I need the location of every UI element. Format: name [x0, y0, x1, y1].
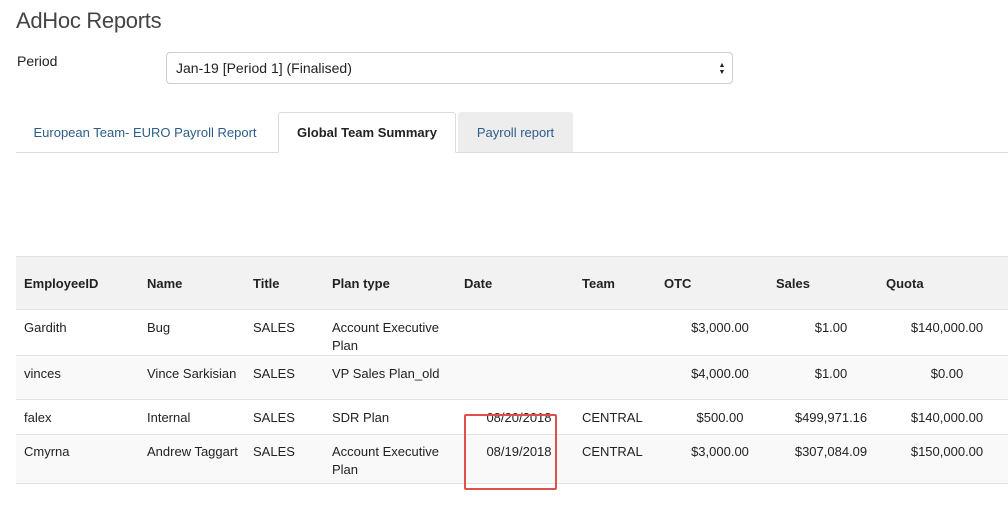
- report-table: EmployeeID Name Title Plan type Date Tea…: [16, 256, 1008, 484]
- caret-up-icon: ▲: [718, 62, 726, 69]
- cell-date: 08/19/2018: [464, 434, 574, 484]
- column-header-title[interactable]: Title: [245, 256, 324, 310]
- cell-quota: $150,000.00: [886, 434, 1008, 484]
- tab-european-team-euro-payroll[interactable]: European Team- EURO Payroll Report: [16, 112, 274, 152]
- cell-team: CENTRAL: [574, 399, 664, 435]
- cell-name: Bug: [139, 309, 245, 356]
- column-header-quota[interactable]: Quota: [886, 256, 1008, 310]
- cell-employee-id: Cmyrna: [16, 434, 139, 484]
- tab-payroll-report[interactable]: Payroll report: [458, 112, 573, 152]
- cell-quota: $140,000.00: [886, 399, 1008, 435]
- page-title: AdHoc Reports: [16, 8, 162, 33]
- period-selected-value: Jan-19 [Period 1] (Finalised): [176, 60, 352, 76]
- cell-otc: $3,000.00: [664, 309, 776, 356]
- cell-quota: $140,000.00: [886, 309, 1008, 356]
- period-select[interactable]: Jan-19 [Period 1] (Finalised) ▲ ▼: [166, 52, 733, 84]
- cell-name: Andrew Taggart: [139, 434, 245, 484]
- cell-title: SALES: [245, 399, 324, 435]
- column-header-name[interactable]: Name: [139, 256, 245, 310]
- cell-sales: $1.00: [776, 355, 886, 400]
- report-tabs: European Team- EURO Payroll Report Globa…: [16, 112, 1008, 153]
- cell-team: CENTRAL: [574, 434, 664, 484]
- cell-employee-id: falex: [16, 399, 139, 435]
- cell-plan-type: VP Sales Plan_old: [324, 355, 464, 400]
- cell-plan-type: Account Executive Plan: [324, 434, 464, 484]
- period-label: Period: [17, 53, 58, 69]
- cell-title: SALES: [245, 434, 324, 484]
- cell-name: Internal: [139, 399, 245, 435]
- cell-title: SALES: [245, 355, 324, 400]
- cell-plan-type: SDR Plan: [324, 399, 464, 435]
- column-header-plan-type[interactable]: Plan type: [324, 256, 464, 310]
- column-header-sales[interactable]: Sales: [776, 256, 886, 310]
- cell-date: 08/20/2018: [464, 399, 574, 435]
- table-row: vinces Vince Sarkisian SALES VP Sales Pl…: [16, 355, 1008, 400]
- cell-date: [464, 355, 574, 400]
- cell-plan-type: Account Executive Plan: [324, 309, 464, 356]
- cell-team: [574, 355, 664, 400]
- cell-team: [574, 309, 664, 356]
- cell-sales: $499,971.16: [776, 399, 886, 435]
- cell-employee-id: Gardith: [16, 309, 139, 356]
- cell-date: [464, 309, 574, 356]
- caret-down-icon: ▼: [718, 69, 726, 76]
- column-header-otc[interactable]: OTC: [664, 256, 776, 310]
- cell-name: Vince Sarkisian: [139, 355, 245, 400]
- table-row: Cmyrna Andrew Taggart SALES Account Exec…: [16, 434, 1008, 484]
- cell-otc: $4,000.00: [664, 355, 776, 400]
- cell-otc: $3,000.00: [664, 434, 776, 484]
- tab-global-team-summary[interactable]: Global Team Summary: [278, 112, 456, 153]
- cell-title: SALES: [245, 309, 324, 356]
- cell-quota: $0.00: [886, 355, 1008, 400]
- column-header-date[interactable]: Date: [464, 256, 574, 310]
- select-caret-icon: ▲ ▼: [716, 60, 728, 78]
- cell-sales: $1.00: [776, 309, 886, 356]
- cell-sales: $307,084.09: [776, 434, 886, 484]
- table-row: Gardith Bug SALES Account Executive Plan…: [16, 309, 1008, 356]
- table-header-row: EmployeeID Name Title Plan type Date Tea…: [16, 256, 1008, 310]
- table-row: falex Internal SALES SDR Plan 08/20/2018…: [16, 399, 1008, 435]
- column-header-team[interactable]: Team: [574, 256, 664, 310]
- cell-otc: $500.00: [664, 399, 776, 435]
- cell-employee-id: vinces: [16, 355, 139, 400]
- column-header-employeeid[interactable]: EmployeeID: [16, 256, 139, 310]
